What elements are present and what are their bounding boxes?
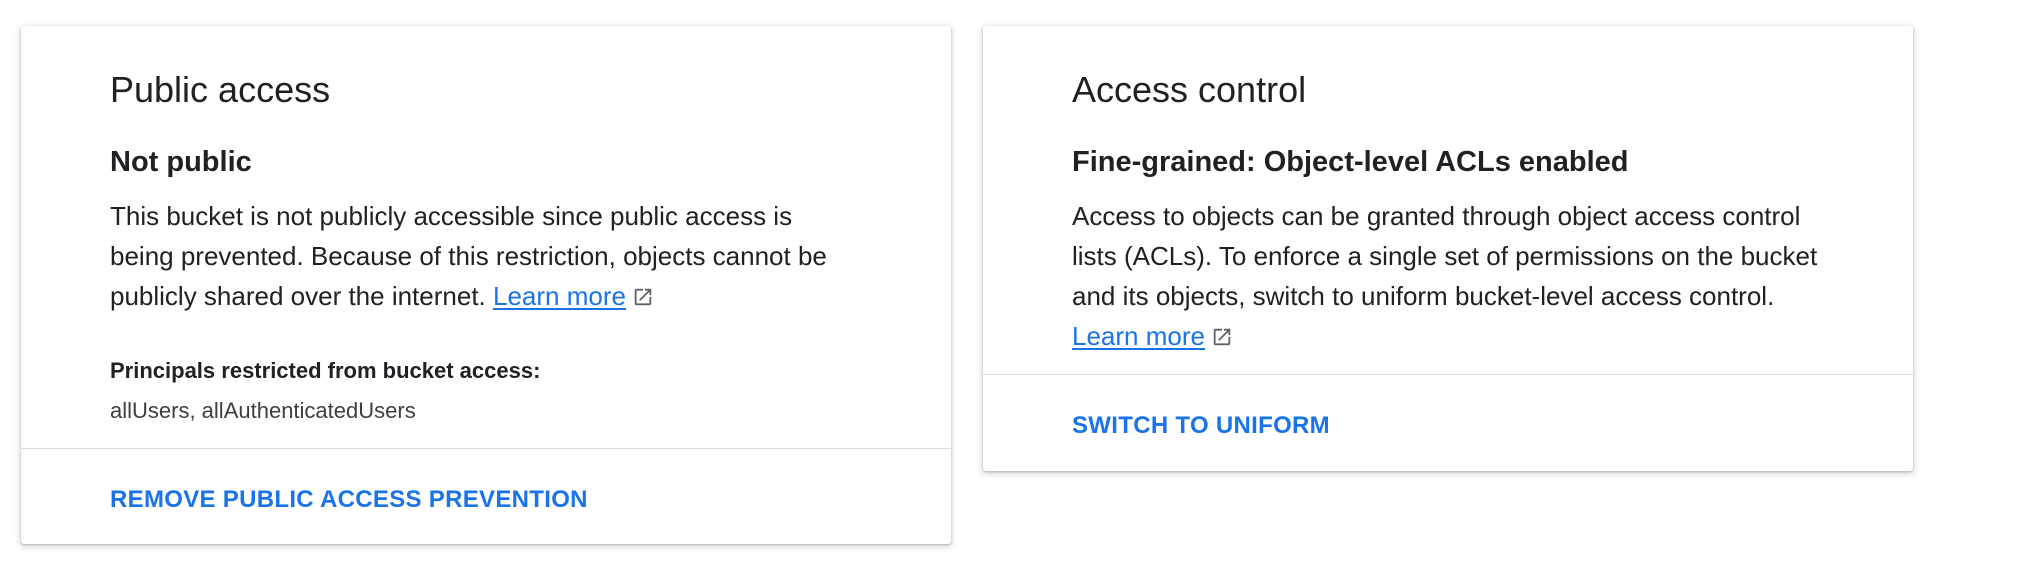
public-access-card: Public access Not public This bucket is … [21,26,951,544]
access-control-learn-more-link[interactable]: Learn more [1072,321,1205,351]
public-access-learn-more-link[interactable]: Learn more [493,281,626,311]
public-access-card-body: Public access Not public This bucket is … [21,26,951,426]
access-control-description-text: Access to objects can be granted through… [1072,201,1818,311]
card-divider [21,448,951,449]
switch-to-uniform-button[interactable]: SWITCH TO UNIFORM [1072,411,1330,441]
principals-label: Principals restricted from bucket access… [110,358,541,383]
public-access-description: This bucket is not publicly accessible s… [110,196,861,316]
card-divider [983,374,1913,375]
access-control-status: Fine-grained: Object-level ACLs enabled [1072,146,1629,178]
public-access-description-text: This bucket is not publicly accessible s… [110,201,827,311]
public-access-title: Public access [110,69,331,110]
remove-public-access-prevention-button[interactable]: REMOVE PUBLIC ACCESS PREVENTION [110,485,588,515]
public-access-status: Not public [110,146,252,178]
open-in-new-icon[interactable] [632,286,654,308]
access-control-card-body: Access control Fine-grained: Object-leve… [983,26,1913,356]
access-control-description: Access to objects can be granted through… [1072,196,1823,356]
access-control-title: Access control [1072,69,1307,110]
access-control-card: Access control Fine-grained: Object-leve… [983,26,1913,471]
open-in-new-icon[interactable] [1211,326,1233,348]
principals-value: allUsers, allAuthenticatedUsers [110,398,416,423]
